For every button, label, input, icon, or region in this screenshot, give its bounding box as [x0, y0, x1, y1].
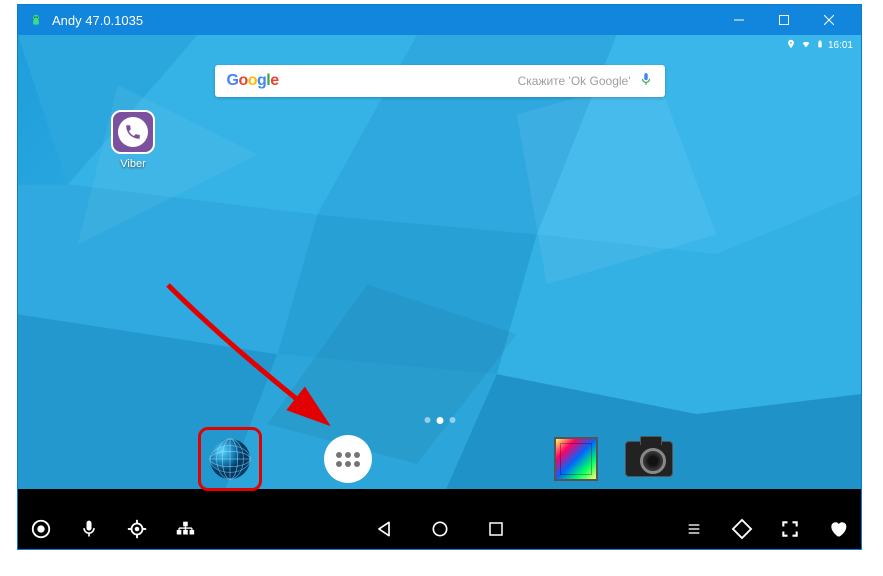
google-search-bar[interactable]: Google Скажите 'Ok Google' [215, 65, 665, 97]
battery-icon [816, 38, 824, 53]
status-bar: 16:01 [778, 35, 861, 55]
gallery-app[interactable] [554, 437, 598, 481]
google-logo: Google [227, 72, 279, 90]
favorite-button[interactable] [825, 516, 851, 542]
fullscreen-button[interactable] [777, 516, 803, 542]
desktop-app-viber[interactable]: Viber [103, 110, 163, 170]
page-indicator [424, 417, 455, 424]
andy-logo-icon [28, 12, 44, 28]
location-icon [786, 39, 796, 52]
close-button[interactable] [806, 5, 851, 35]
status-time: 16:01 [828, 40, 853, 51]
app-drawer-button[interactable] [324, 435, 372, 483]
emulator-toolbar [18, 508, 861, 549]
camera-app[interactable] [625, 441, 673, 477]
annotation-highlight [198, 427, 262, 491]
minimize-button[interactable] [716, 5, 761, 35]
app-label-viber: Viber [103, 158, 163, 170]
titlebar: Andy 47.0.1035 [18, 5, 861, 35]
android-recents-button[interactable] [483, 516, 509, 542]
menu-button[interactable] [681, 516, 707, 542]
hotseat [18, 429, 861, 489]
voice-search-icon[interactable] [639, 70, 653, 93]
keymap-button[interactable] [172, 516, 198, 542]
android-back-button[interactable] [371, 516, 397, 542]
search-hint: Скажите 'Ok Google' [518, 74, 631, 88]
emulator-screen: 16:01 Google Скажите 'Ok Google' Viber [18, 35, 861, 549]
microphone-button[interactable] [76, 516, 102, 542]
wifi-icon [800, 39, 812, 52]
viber-icon [111, 110, 155, 154]
camera-toggle-button[interactable] [28, 516, 54, 542]
android-home-button[interactable] [427, 516, 453, 542]
rotate-button[interactable] [729, 516, 755, 542]
app-window: Andy 47.0.1035 [17, 4, 862, 550]
window-title: Andy 47.0.1035 [52, 13, 716, 28]
maximize-button[interactable] [761, 5, 806, 35]
location-button[interactable] [124, 516, 150, 542]
